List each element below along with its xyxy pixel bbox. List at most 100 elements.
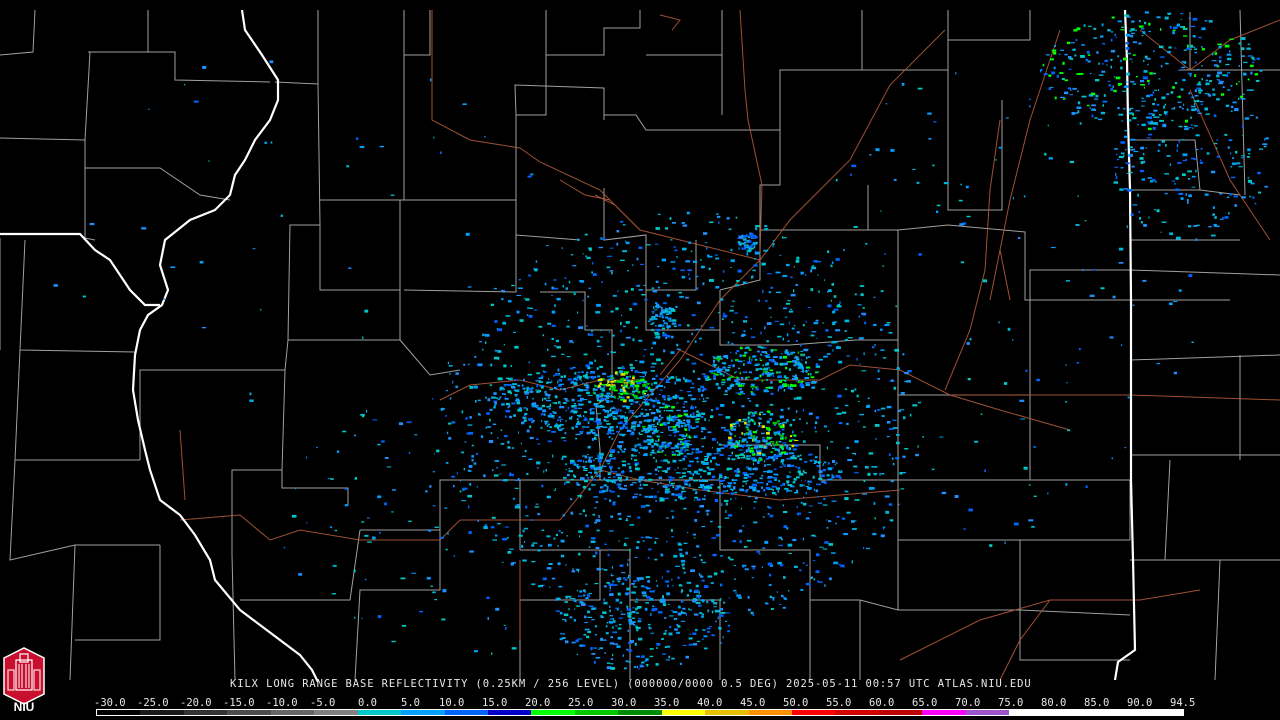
echo-pixel (1120, 141, 1126, 144)
echo-pixel (812, 560, 816, 562)
echo-pixel (595, 501, 599, 504)
echo-pixel (1180, 18, 1182, 20)
echo-pixel (1243, 61, 1248, 64)
echo-pixel (835, 329, 841, 332)
echo-pixel (800, 371, 805, 373)
echo-pixel (643, 397, 646, 399)
echo-pixel (1079, 122, 1082, 125)
echo-pixel (605, 632, 609, 635)
echo-pixel (1142, 31, 1146, 34)
echo-pixel (1113, 89, 1117, 93)
echo-pixel (664, 454, 667, 456)
echo-pixel (628, 649, 633, 652)
echo-pixel (1180, 197, 1184, 200)
echo-pixel (547, 415, 551, 418)
echo-pixel (642, 540, 645, 542)
echo-pixel (1062, 98, 1066, 100)
echo-pixel (701, 579, 705, 582)
echo-pixel (718, 473, 722, 476)
echo-pixel (1246, 47, 1251, 50)
echo-pixel (1064, 401, 1068, 403)
echo-pixel (1191, 96, 1195, 99)
echo-pixel (608, 331, 611, 333)
echo-pixel (696, 498, 701, 501)
echo-pixel (598, 474, 601, 477)
echo-pixel (1140, 146, 1144, 150)
echo-pixel (895, 305, 898, 307)
echo-pixel (506, 377, 509, 379)
echo-pixel (515, 504, 519, 506)
echo-pixel (1073, 29, 1078, 32)
echo-pixel (741, 564, 747, 567)
echo-pixel (1098, 74, 1104, 76)
echo-pixel (764, 445, 766, 448)
echo-pixel (566, 356, 571, 358)
echo-pixel (546, 405, 551, 408)
echo-pixel (704, 458, 708, 461)
colorbar-swatch (661, 710, 706, 715)
echo-pixel (752, 388, 754, 390)
echo-pixel (384, 502, 387, 506)
echo-pixel (770, 351, 774, 353)
echo-pixel (623, 389, 626, 392)
echo-pixel (1077, 101, 1081, 105)
echo-pixel (754, 411, 757, 413)
echo-pixel (1193, 48, 1198, 50)
echo-pixel (833, 308, 839, 311)
echo-pixel (759, 359, 763, 361)
echo-pixel (813, 260, 818, 263)
echo-pixel (586, 371, 589, 374)
echo-pixel (778, 544, 783, 547)
echo-pixel (565, 400, 570, 402)
echo-pixel (703, 647, 708, 650)
echo-pixel (892, 462, 895, 466)
echo-pixel (713, 606, 717, 608)
echo-pixel (635, 387, 639, 391)
echo-pixel (704, 436, 706, 439)
echo-pixel (488, 440, 494, 443)
echo-pixel (720, 611, 726, 614)
echo-pixel (491, 516, 496, 519)
echo-pixel (777, 335, 782, 338)
echo-pixel (657, 466, 661, 469)
echo-pixel (306, 456, 308, 459)
echo-pixel (728, 376, 733, 378)
echo-pixel (542, 577, 547, 581)
echo-pixel (863, 479, 866, 483)
echo-pixel (867, 397, 870, 400)
echo-pixel (1205, 113, 1210, 115)
echo-pixel (813, 536, 817, 538)
echo-pixel (639, 446, 644, 449)
echo-pixel (442, 589, 447, 593)
echo-pixel (359, 146, 365, 148)
echo-pixel (1007, 327, 1011, 331)
echo-pixel (638, 445, 643, 447)
echo-pixel (638, 415, 642, 417)
echo-pixel (710, 582, 714, 584)
echo-pixel (595, 657, 601, 659)
echo-pixel (1175, 236, 1181, 240)
echo-pixel (1107, 29, 1111, 32)
echo-pixel (753, 245, 756, 249)
echo-pixel (683, 403, 685, 405)
echo-pixel (816, 465, 820, 468)
echo-pixel (596, 421, 601, 425)
echo-pixel (1148, 30, 1151, 33)
echo-pixel (796, 455, 800, 458)
echo-pixel (781, 379, 786, 381)
echo-pixel (419, 610, 423, 613)
echo-pixel (846, 446, 850, 449)
echo-pixel (1094, 98, 1099, 100)
echo-pixel (1238, 166, 1243, 168)
echo-pixel (641, 430, 644, 432)
echo-pixel (832, 460, 835, 463)
echo-pixel (742, 480, 747, 483)
echo-pixel (900, 488, 905, 490)
echo-pixel (1247, 78, 1250, 81)
echo-pixel (744, 490, 748, 493)
echo-pixel (644, 390, 648, 392)
echo-pixel (631, 591, 636, 594)
echo-pixel (654, 337, 659, 339)
echo-pixel (683, 507, 687, 510)
echo-pixel (507, 300, 512, 303)
